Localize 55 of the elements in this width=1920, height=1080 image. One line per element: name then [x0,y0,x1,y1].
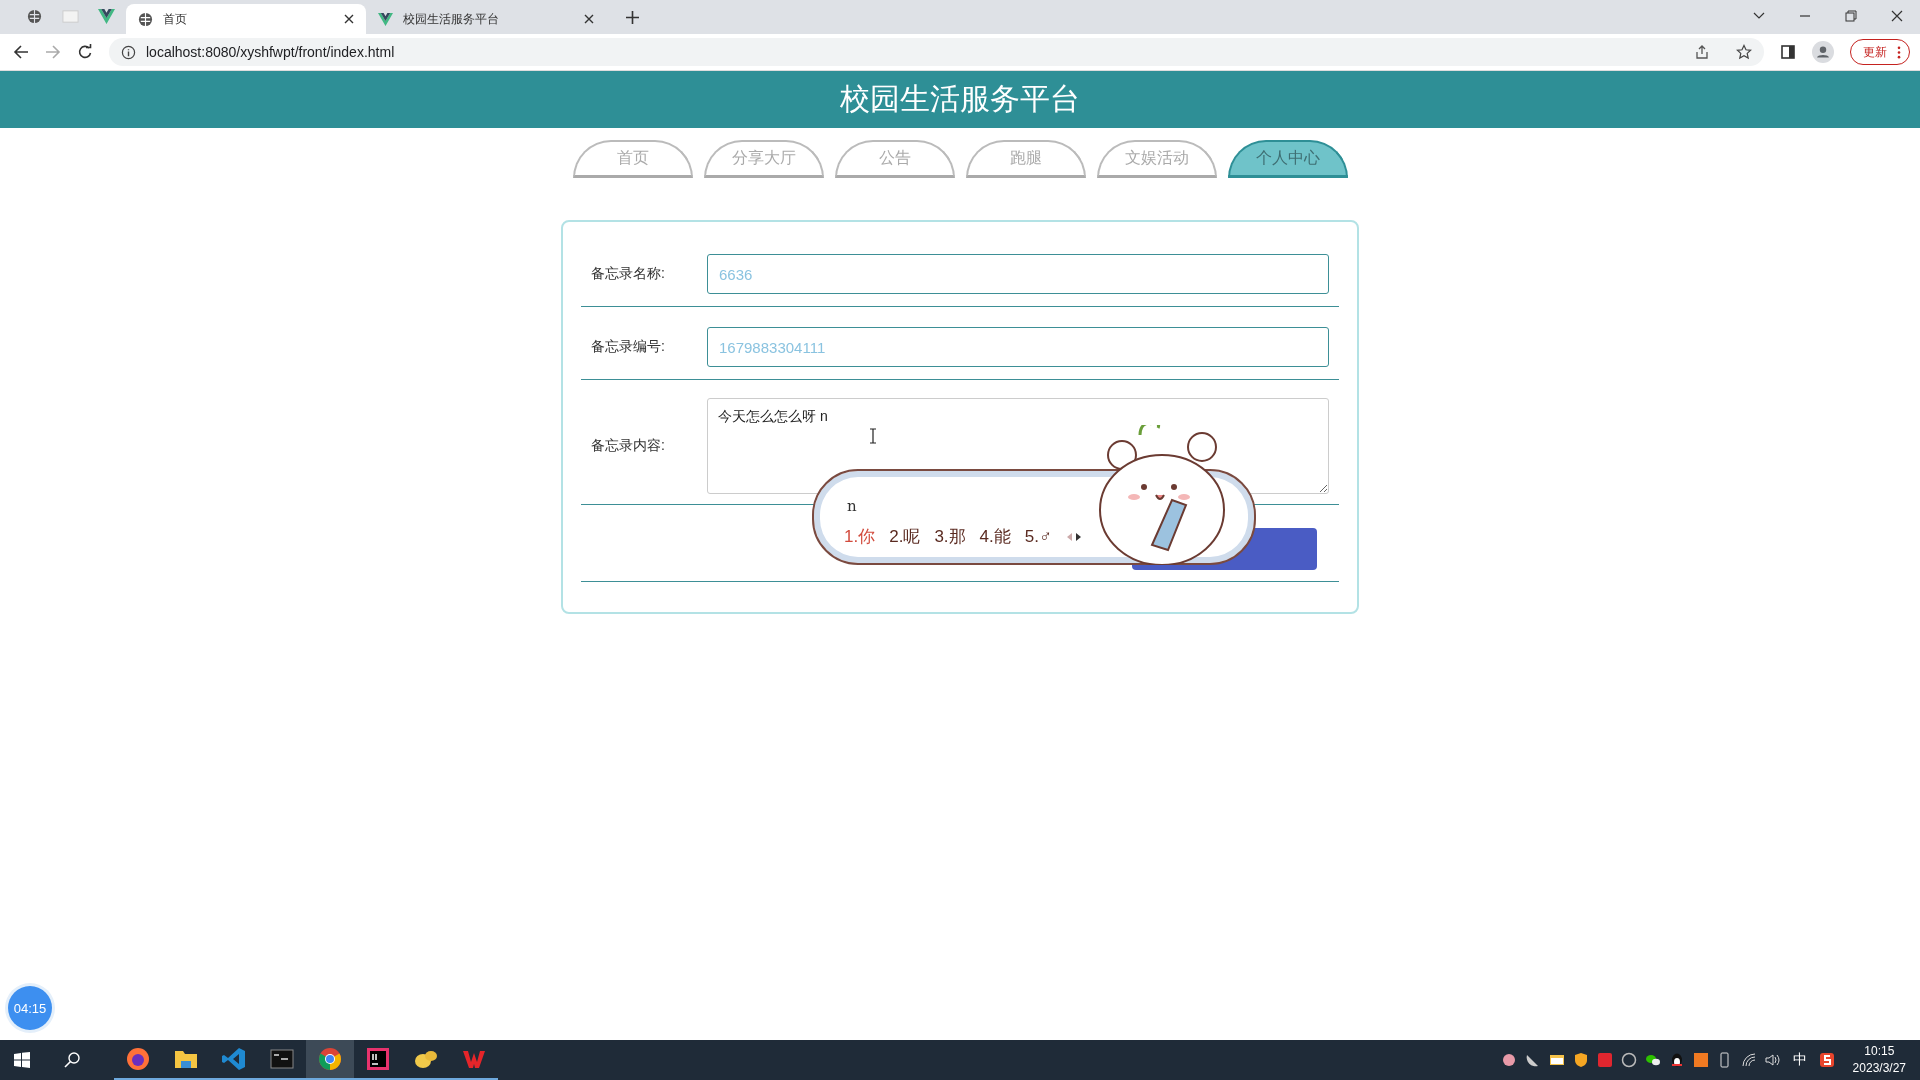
site-title: 校园生活服务平台 [840,81,1080,117]
s-logo-icon[interactable] [1818,1052,1835,1068]
search-icon[interactable] [64,1052,80,1068]
url-text: localhost:8080/xyshfwpt/front/index.html [146,44,395,60]
field-label: 备忘录编号: [591,338,666,356]
chat-bubbles-icon[interactable] [1644,1052,1661,1068]
browser-icon [318,1047,342,1071]
clock-time[interactable]: 10:15 [1864,1043,1895,1060]
ide-icon [366,1047,390,1071]
page-arrows-icon[interactable] [1065,531,1082,542]
close-icon[interactable] [584,14,594,24]
tab-title: 首页 [163,10,188,28]
reload-icon[interactable] [77,44,93,60]
vue-logo-icon[interactable] [98,9,115,24]
speaker-icon[interactable] [1764,1052,1781,1068]
taskbar-app[interactable] [306,1040,354,1080]
circle-logo-icon[interactable] [1620,1052,1637,1068]
input-mode-indicator[interactable]: 中 [1792,1051,1807,1069]
ime-candidate[interactable]: 3.那 [934,525,966,548]
shield-icon[interactable] [1572,1052,1589,1068]
tab-title: 校园生活服务平台 [403,10,500,28]
star-icon[interactable] [1736,44,1752,60]
ime-candidate[interactable]: 1.你 [844,525,876,548]
share-icon[interactable] [1694,44,1710,60]
window-icon[interactable] [1548,1052,1565,1068]
info-icon[interactable] [121,44,136,60]
browser-tab[interactable]: 首页 [126,4,366,34]
field-label: 备忘录内容: [591,437,666,455]
field-label: 备忘录名称: [591,265,666,283]
profile-avatar-icon[interactable] [1812,41,1834,63]
ime-candidate[interactable]: 2.呢 [889,525,921,548]
more-vertical-icon [1897,45,1901,59]
windows-start-icon[interactable] [14,1052,30,1068]
terminal-icon [270,1047,294,1071]
flower-icon[interactable] [1500,1052,1517,1068]
ime-composition-text: n [847,497,857,515]
ime-candidate[interactable]: 5.♂ [1024,526,1052,547]
update-button[interactable]: 更新 [1850,39,1910,65]
vue-logo-icon [378,11,393,27]
text-cursor-icon [869,428,877,444]
code-editor-icon [222,1047,246,1071]
globe-icon[interactable] [26,9,43,24]
back-arrow-icon[interactable] [13,44,29,60]
ime-candidate[interactable]: 4.能 [979,525,1011,548]
address-bar[interactable]: localhost:8080/xyshfwpt/front/index.html [109,38,1764,66]
side-panel-icon[interactable] [1780,44,1796,60]
plus-icon[interactable] [626,11,639,24]
restore-icon[interactable] [1845,10,1857,22]
clock-date[interactable]: 2023/3/27 [1852,1060,1906,1077]
close-icon[interactable] [344,14,354,24]
browser-tab[interactable]: 校园生活服务平台 [366,4,606,34]
globe-icon [138,11,153,27]
fox-globe-icon [126,1047,150,1071]
close-icon[interactable] [1891,10,1903,22]
wifi-icon[interactable] [1740,1052,1757,1068]
